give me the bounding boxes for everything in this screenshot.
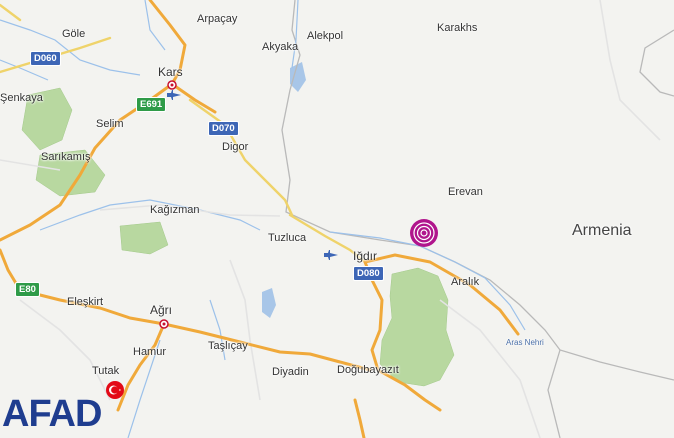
place-label-tutak: Tutak	[92, 365, 120, 377]
place-label-senkaya: Şenkaya	[0, 92, 43, 104]
place-label-erevan: Erevan	[448, 186, 483, 198]
place-label-hamur: Hamur	[133, 346, 167, 358]
road-shield-d060: D060	[30, 51, 61, 66]
city-marker-icon	[159, 319, 169, 329]
map-view[interactable]: Göle Şenkaya Kars Arpaçay Akyaka Alekpol…	[0, 0, 674, 438]
airport-icon-group	[167, 90, 338, 260]
place-label-sarikamis: Sarıkamış	[41, 151, 91, 163]
afad-logo: AFAD	[2, 393, 102, 435]
road-shield-d080: D080	[353, 266, 384, 281]
place-label-aralik: Aralık	[451, 276, 480, 288]
rivers	[0, 0, 526, 438]
airport-icon	[167, 90, 181, 100]
place-label-akyaka: Akyaka	[262, 41, 299, 53]
river-label-aras-nehri: Aras Nehri	[506, 338, 544, 347]
place-label-tuzluca: Tuzluca	[268, 232, 307, 244]
place-label-alekpol: Alekpol	[307, 30, 344, 42]
place-label-eleskirt: Eleşkirt	[67, 296, 104, 308]
lakes	[262, 62, 306, 318]
place-label-digor: Digor	[222, 141, 249, 153]
place-label-selim: Selim	[96, 118, 124, 130]
place-label-diyadin: Diyadin	[272, 366, 309, 378]
airport-icon	[324, 250, 338, 260]
epicenter-icon[interactable]	[410, 219, 438, 247]
place-label-igdir: Iğdır	[353, 249, 378, 263]
place-label-taslicay: Taşlıçay	[208, 340, 248, 352]
place-label-arpacay: Arpaçay	[197, 13, 238, 25]
place-label-kars: Kars	[158, 65, 183, 79]
place-label-karakhs: Karakhs	[437, 22, 478, 34]
turkish-flag-icon	[106, 381, 124, 399]
road-shield-e80: E80	[15, 282, 40, 297]
country-label-armenia: Armenia	[572, 222, 632, 239]
city-marker-icon	[167, 80, 177, 90]
place-label-kagizman: Kağızman	[150, 204, 200, 216]
road-shield-d070: D070	[208, 121, 239, 136]
place-label-gole: Göle	[62, 28, 86, 40]
place-label-agri: Ağrı	[150, 303, 173, 317]
place-label-dogubayazit: Doğubayazıt	[337, 364, 399, 376]
road-shield-e691: E691	[136, 97, 167, 112]
